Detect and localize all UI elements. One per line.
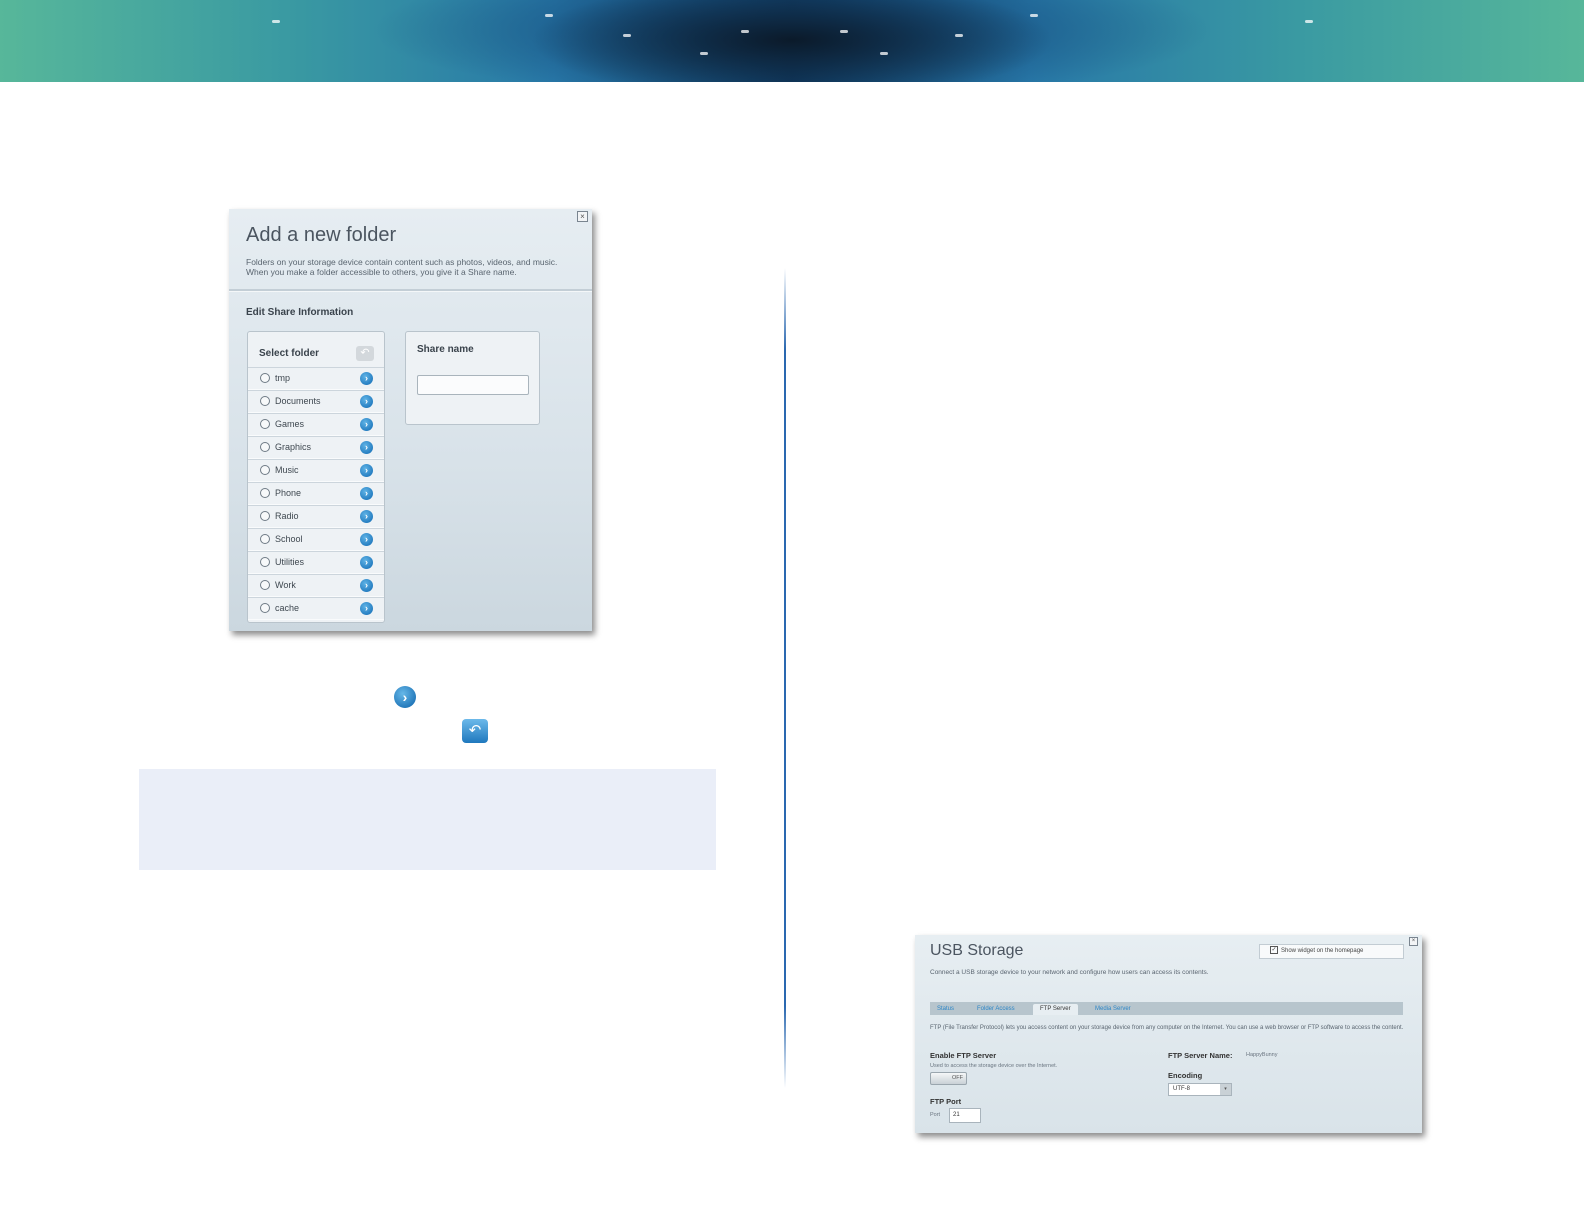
folder-radio[interactable]: [260, 488, 270, 498]
enable-ftp-hint: Used to access the storage device over t…: [930, 1063, 1058, 1069]
select-folder-panel: Select folder ↶ tmp › Documents › Games › G…: [247, 331, 385, 623]
ftp-toggle[interactable]: OFF: [930, 1072, 967, 1085]
checkmark-icon[interactable]: ✓: [1270, 946, 1278, 955]
banner-sparkle: [955, 34, 963, 37]
chevron-right-circle-icon[interactable]: ›: [360, 441, 373, 454]
folder-radio[interactable]: [260, 603, 270, 613]
folder-row[interactable]: Music ›: [248, 459, 384, 482]
chevron-right-circle-icon[interactable]: ›: [360, 464, 373, 477]
back-arrow-icon: ↶: [462, 719, 488, 743]
chevron-right-circle-icon[interactable]: ›: [360, 487, 373, 500]
share-name-panel: Share name: [405, 331, 540, 425]
folder-label: cache: [275, 603, 300, 613]
folder-label: tmp: [275, 373, 291, 383]
folder-row[interactable]: tmp ›: [248, 367, 384, 390]
close-icon[interactable]: ×: [1409, 937, 1418, 946]
folder-row[interactable]: Graphics ›: [248, 436, 384, 459]
dialog-divider: [229, 289, 592, 292]
folder-radio[interactable]: [260, 511, 270, 521]
banner-sparkle: [840, 30, 848, 33]
folder-radio[interactable]: [260, 373, 270, 383]
folder-radio[interactable]: [260, 557, 270, 567]
server-name-label: FTP Server Name:: [1168, 1051, 1233, 1060]
select-folder-heading: Select folder: [259, 348, 320, 359]
share-name-input[interactable]: [417, 375, 529, 395]
chevron-right-circle-icon[interactable]: ›: [360, 510, 373, 523]
dialog-description: Folders on your storage device contain c…: [246, 257, 558, 277]
chevron-right-circle-icon[interactable]: ›: [360, 418, 373, 431]
tab-status[interactable]: Status: [930, 1004, 961, 1015]
folder-radio[interactable]: [260, 534, 270, 544]
folder-row[interactable]: Documents ›: [248, 390, 384, 413]
folder-label: School: [275, 534, 303, 544]
folder-row[interactable]: cache ›: [248, 597, 384, 620]
folder-row[interactable]: Work ›: [248, 574, 384, 597]
folder-row[interactable]: Utilities ›: [248, 551, 384, 574]
encoding-select[interactable]: UTF-8 ▾: [1168, 1083, 1232, 1096]
add-folder-dialog: × Add a new folder Folders on your stora…: [229, 209, 592, 631]
ftp-port-label: FTP Port: [930, 1097, 962, 1106]
dialog-title: USB Storage: [930, 942, 1024, 959]
folder-label: Music: [275, 465, 299, 475]
folder-radio[interactable]: [260, 419, 270, 429]
chevron-right-circle-icon[interactable]: ›: [360, 533, 373, 546]
encoding-value: UTF-8: [1173, 1086, 1190, 1092]
usb-storage-dialog: × USB Storage Connect a USB storage devi…: [915, 935, 1422, 1133]
dialog-description: Connect a USB storage device to your net…: [930, 969, 1209, 976]
enable-ftp-label: Enable FTP Server: [930, 1051, 997, 1060]
folder-row[interactable]: Phone ›: [248, 482, 384, 505]
show-widget-label: Show widget on the homepage: [1281, 948, 1364, 954]
header-banner: [0, 0, 1584, 82]
note-box: [139, 769, 716, 870]
section-title: Edit Share Information: [246, 307, 354, 318]
folder-radio[interactable]: [260, 580, 270, 590]
folder-radio[interactable]: [260, 396, 270, 406]
chevron-right-circle-icon[interactable]: ›: [360, 372, 373, 385]
encoding-label: Encoding: [1168, 1071, 1203, 1080]
folder-row[interactable]: School ›: [248, 528, 384, 551]
toggle-state: OFF: [952, 1075, 963, 1081]
chevron-right-circle-icon: ›: [394, 686, 416, 708]
banner-sparkle: [272, 20, 280, 23]
tab-bar: Status Folder Access FTP Server Media Se…: [930, 1002, 1403, 1015]
folder-label: Work: [275, 580, 296, 590]
folder-radio[interactable]: [260, 465, 270, 475]
port-label: Port: [930, 1112, 941, 1118]
show-widget-checkbox[interactable]: ✓ Show widget on the homepage: [1259, 944, 1404, 959]
folder-radio[interactable]: [260, 442, 270, 452]
back-arrow-icon[interactable]: ↶: [356, 346, 374, 361]
banner-sparkle: [741, 30, 749, 33]
tab-ftp-server[interactable]: FTP Server: [1033, 1004, 1078, 1015]
banner-sparkle: [880, 52, 888, 55]
tab-media-server[interactable]: Media Server: [1088, 1004, 1138, 1015]
banner-sparkle: [700, 52, 708, 55]
folder-label: Phone: [275, 488, 302, 498]
banner-sparkle: [1305, 20, 1313, 23]
banner-sparkle: [623, 34, 631, 37]
close-icon[interactable]: ×: [577, 211, 588, 222]
folder-label: Radio: [275, 511, 299, 521]
chevron-right-circle-icon[interactable]: ›: [360, 395, 373, 408]
share-name-heading: Share name: [417, 344, 474, 355]
folder-label: Games: [275, 419, 305, 429]
ftp-intro-text: FTP (File Transfer Protocol) lets you ac…: [930, 1025, 1404, 1031]
folder-label: Documents: [275, 396, 321, 406]
tab-folder-access[interactable]: Folder Access: [970, 1004, 1022, 1015]
banner-sparkle: [545, 14, 553, 17]
chevron-right-circle-icon[interactable]: ›: [360, 579, 373, 592]
folder-row[interactable]: Radio ›: [248, 505, 384, 528]
chevron-down-icon[interactable]: ▾: [1220, 1084, 1231, 1095]
folder-label: Utilities: [275, 557, 305, 567]
folder-list: tmp › Documents › Games › Graphics › Music › …: [248, 367, 384, 620]
banner-sparkle: [1030, 14, 1038, 17]
chevron-right-circle-icon[interactable]: ›: [360, 556, 373, 569]
folder-label: Graphics: [275, 442, 312, 452]
server-name-value: HappyBunny: [1246, 1052, 1278, 1058]
folder-row[interactable]: Games ›: [248, 413, 384, 436]
dialog-title: Add a new folder: [246, 224, 397, 246]
port-input[interactable]: 21: [949, 1108, 981, 1123]
column-divider: [784, 268, 786, 1088]
chevron-right-circle-icon[interactable]: ›: [360, 602, 373, 615]
